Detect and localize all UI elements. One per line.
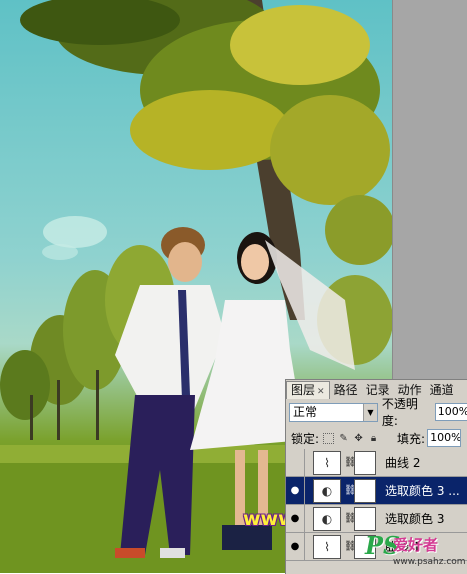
logo-url: www.psahz.com xyxy=(393,557,466,567)
curves-icon: ⌇ xyxy=(313,534,341,559)
layer-name: 选取颜色 3 ... xyxy=(385,484,460,498)
layer-row[interactable]: ● ◐ ⛓ 选取颜色 3 ... xyxy=(286,477,467,505)
eye-icon[interactable]: ● xyxy=(286,505,305,532)
tab-paths[interactable]: 路径 xyxy=(330,382,362,399)
lock-all-icon[interactable]: 🔒︎ xyxy=(368,433,379,444)
blend-mode-value: 正常 xyxy=(293,404,318,419)
lock-row: 锁定: ✎ ✥ 🔒︎ 填充: 100% xyxy=(291,429,462,447)
link-icon: ⛓ xyxy=(344,485,357,496)
layer-mask-thumbnail[interactable] xyxy=(354,478,376,503)
link-icon: ⛓ xyxy=(344,541,357,552)
lock-transparency-icon[interactable] xyxy=(323,432,335,444)
fill-label: 填充: xyxy=(397,431,426,446)
lock-label: 锁定: xyxy=(291,431,320,446)
layer-name: 选取颜色 3 xyxy=(385,512,445,526)
visibility-toggle[interactable] xyxy=(286,449,305,476)
layer-name: 曲线 2 xyxy=(385,456,421,470)
opacity-input[interactable]: 100% xyxy=(434,403,467,421)
layer-row[interactable]: ⌇ ⛓ 曲线 2 xyxy=(286,449,467,477)
layer-row[interactable]: ● ◐ ⛓ 选取颜色 3 xyxy=(286,505,467,533)
logo-name: 爱好者 xyxy=(393,536,439,554)
selective-color-icon: ◐ xyxy=(313,506,341,531)
lock-brush-icon[interactable]: ✎ xyxy=(338,433,349,444)
opacity-label: 不透明度: xyxy=(381,397,418,428)
dropdown-arrow-icon[interactable]: ▼ xyxy=(362,403,377,421)
selective-color-icon: ◐ xyxy=(313,478,341,503)
layer-mask-thumbnail[interactable] xyxy=(354,450,376,475)
eye-icon[interactable]: ● xyxy=(286,477,305,504)
layer-mask-thumbnail[interactable] xyxy=(354,506,376,531)
link-icon: ⛓ xyxy=(344,513,357,524)
panel-tabs: 图层 ✕ 路径 记录 动作 通道 xyxy=(286,380,467,399)
blend-mode-select[interactable]: 正常 ▼ xyxy=(289,402,378,422)
eye-icon[interactable]: ● xyxy=(286,533,305,560)
tab-layers[interactable]: 图层 ✕ xyxy=(286,381,330,399)
blend-row: 正常 ▼ 不透明度: 100% xyxy=(289,397,467,428)
link-icon: ⛓ xyxy=(344,457,357,468)
close-icon[interactable]: ✕ xyxy=(317,387,325,397)
curves-icon: ⌇ xyxy=(313,450,341,475)
fill-input[interactable]: 100% xyxy=(427,429,462,447)
workspace-background xyxy=(392,0,467,380)
lock-move-icon[interactable]: ✥ xyxy=(353,433,364,444)
site-logo: PS 爱好者 www.psahz.com xyxy=(357,531,467,573)
tab-layers-label: 图层 xyxy=(291,383,316,397)
